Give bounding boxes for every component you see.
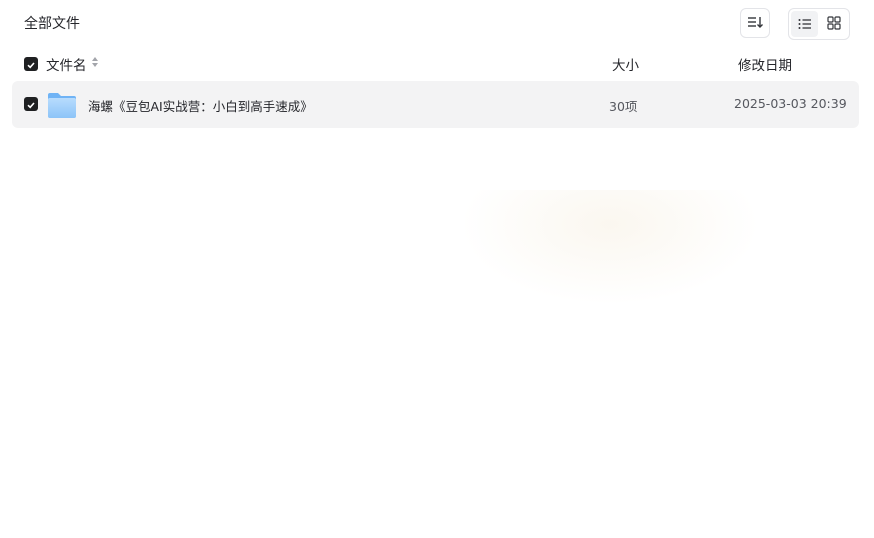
row-checkbox[interactable] bbox=[24, 97, 38, 111]
folder-icon bbox=[47, 90, 77, 120]
grid-view-button[interactable] bbox=[820, 11, 847, 37]
sort-order-icon bbox=[747, 14, 763, 33]
column-header-size[interactable]: 大小 bbox=[612, 54, 639, 74]
background-shadow bbox=[460, 190, 760, 305]
column-header-name-label: 文件名 bbox=[46, 58, 87, 74]
sort-toggle-icon bbox=[91, 56, 99, 72]
view-mode-toggle bbox=[788, 8, 850, 40]
file-modified-date: 2025-03-03 20:39 bbox=[734, 96, 847, 111]
column-header-name[interactable]: 文件名 bbox=[46, 54, 99, 74]
list-view-button[interactable] bbox=[791, 11, 818, 37]
list-view-icon bbox=[798, 15, 812, 34]
file-size: 30项 bbox=[609, 99, 638, 114]
column-header-date[interactable]: 修改日期 bbox=[738, 54, 792, 74]
table-header: 文件名 大小 修改日期 bbox=[0, 52, 874, 76]
breadcrumb-all-files[interactable]: 全部文件 bbox=[24, 14, 80, 34]
grid-view-icon bbox=[826, 15, 841, 34]
checkmark-icon bbox=[26, 95, 36, 114]
sort-button[interactable] bbox=[740, 8, 770, 38]
file-browser: 全部文件 文件名 大小 修改日期 海螺《豆包AI实战营：小白到高手速成》 30项… bbox=[0, 0, 874, 538]
file-name[interactable]: 海螺《豆包AI实战营：小白到高手速成》 bbox=[88, 96, 313, 115]
select-all-checkbox[interactable] bbox=[24, 57, 38, 71]
table-row[interactable]: 海螺《豆包AI实战营：小白到高手速成》 30项 2025-03-03 20:39 bbox=[12, 81, 859, 128]
checkmark-icon bbox=[26, 55, 36, 74]
